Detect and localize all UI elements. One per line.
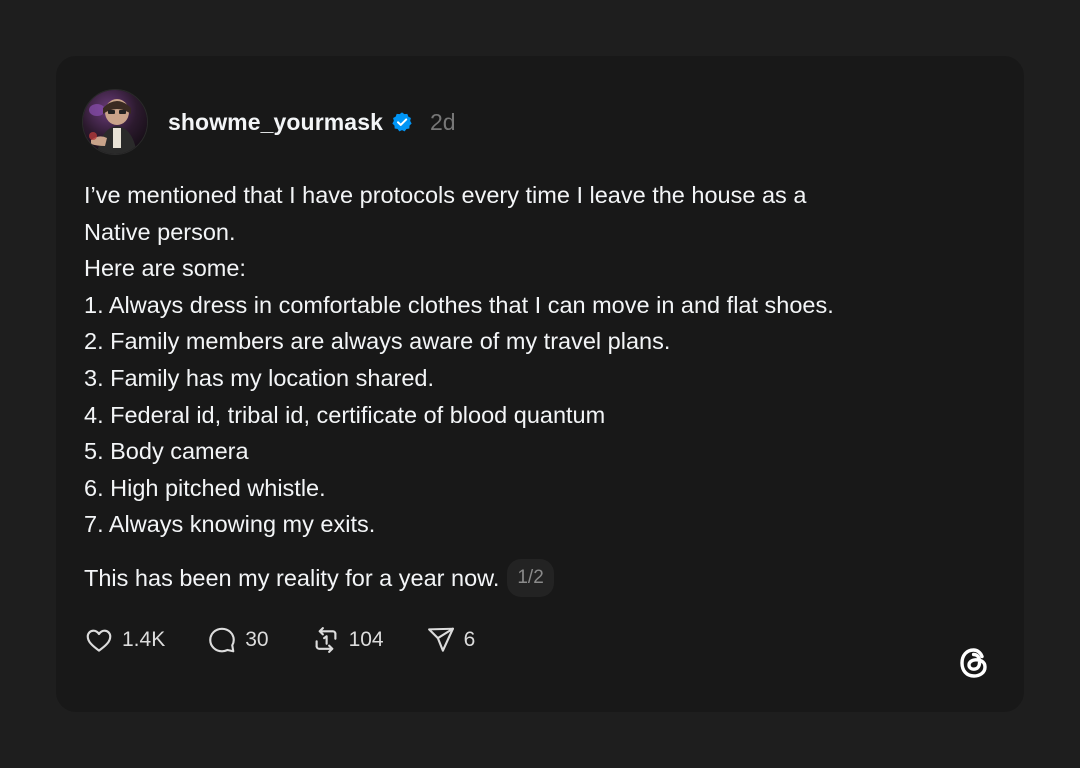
like-count: 1.4K (122, 628, 166, 651)
thread-pager-badge[interactable]: 1/2 (507, 559, 554, 597)
send-icon (426, 625, 456, 655)
body-line: I’ve mentioned that I have protocols eve… (84, 182, 807, 208)
body-line: 3. Family has my location shared. (84, 364, 435, 391)
heart-icon (84, 625, 114, 655)
repost-icon (311, 625, 341, 655)
comment-icon (207, 625, 237, 655)
body-line: 7. Always knowing my exits. (84, 511, 376, 538)
avatar[interactable] (82, 89, 148, 155)
repost-count: 104 (348, 628, 384, 651)
body-line: 1. Always dress in comfortable clothes t… (84, 291, 834, 318)
post-closing: This has been my reality for a year now.… (84, 559, 554, 597)
reply-count: 30 (245, 628, 269, 651)
username[interactable]: showme_yourmask (168, 109, 383, 136)
verified-badge-icon (391, 111, 413, 133)
body-line: Here are some: (84, 255, 246, 282)
share-button[interactable]: 6 (426, 625, 476, 655)
body-line: Native person. (84, 218, 236, 245)
action-bar: 1.4K 30 104 6 (84, 622, 475, 658)
body-line: 6. High pitched whistle. (84, 474, 326, 501)
post-body: I’ve mentioned that I have protocols eve… (84, 177, 984, 543)
body-line: 4. Federal id, tribal id, certificate of… (84, 401, 606, 428)
body-line: 2. Family members are always aware of my… (84, 328, 671, 355)
body-line: 5. Body camera (84, 438, 249, 465)
share-count: 6 (463, 628, 476, 651)
post-header: showme_yourmask 2d (82, 89, 456, 155)
repost-button[interactable]: 104 (311, 625, 384, 655)
like-button[interactable]: 1.4K (84, 625, 165, 655)
post-timestamp[interactable]: 2d (430, 109, 456, 136)
post-card: showme_yourmask 2d I’ve mentioned that I… (56, 56, 1024, 712)
closing-text: This has been my reality for a year now. (84, 564, 500, 591)
threads-logo-icon[interactable] (954, 643, 994, 683)
reply-button[interactable]: 30 (207, 625, 269, 655)
